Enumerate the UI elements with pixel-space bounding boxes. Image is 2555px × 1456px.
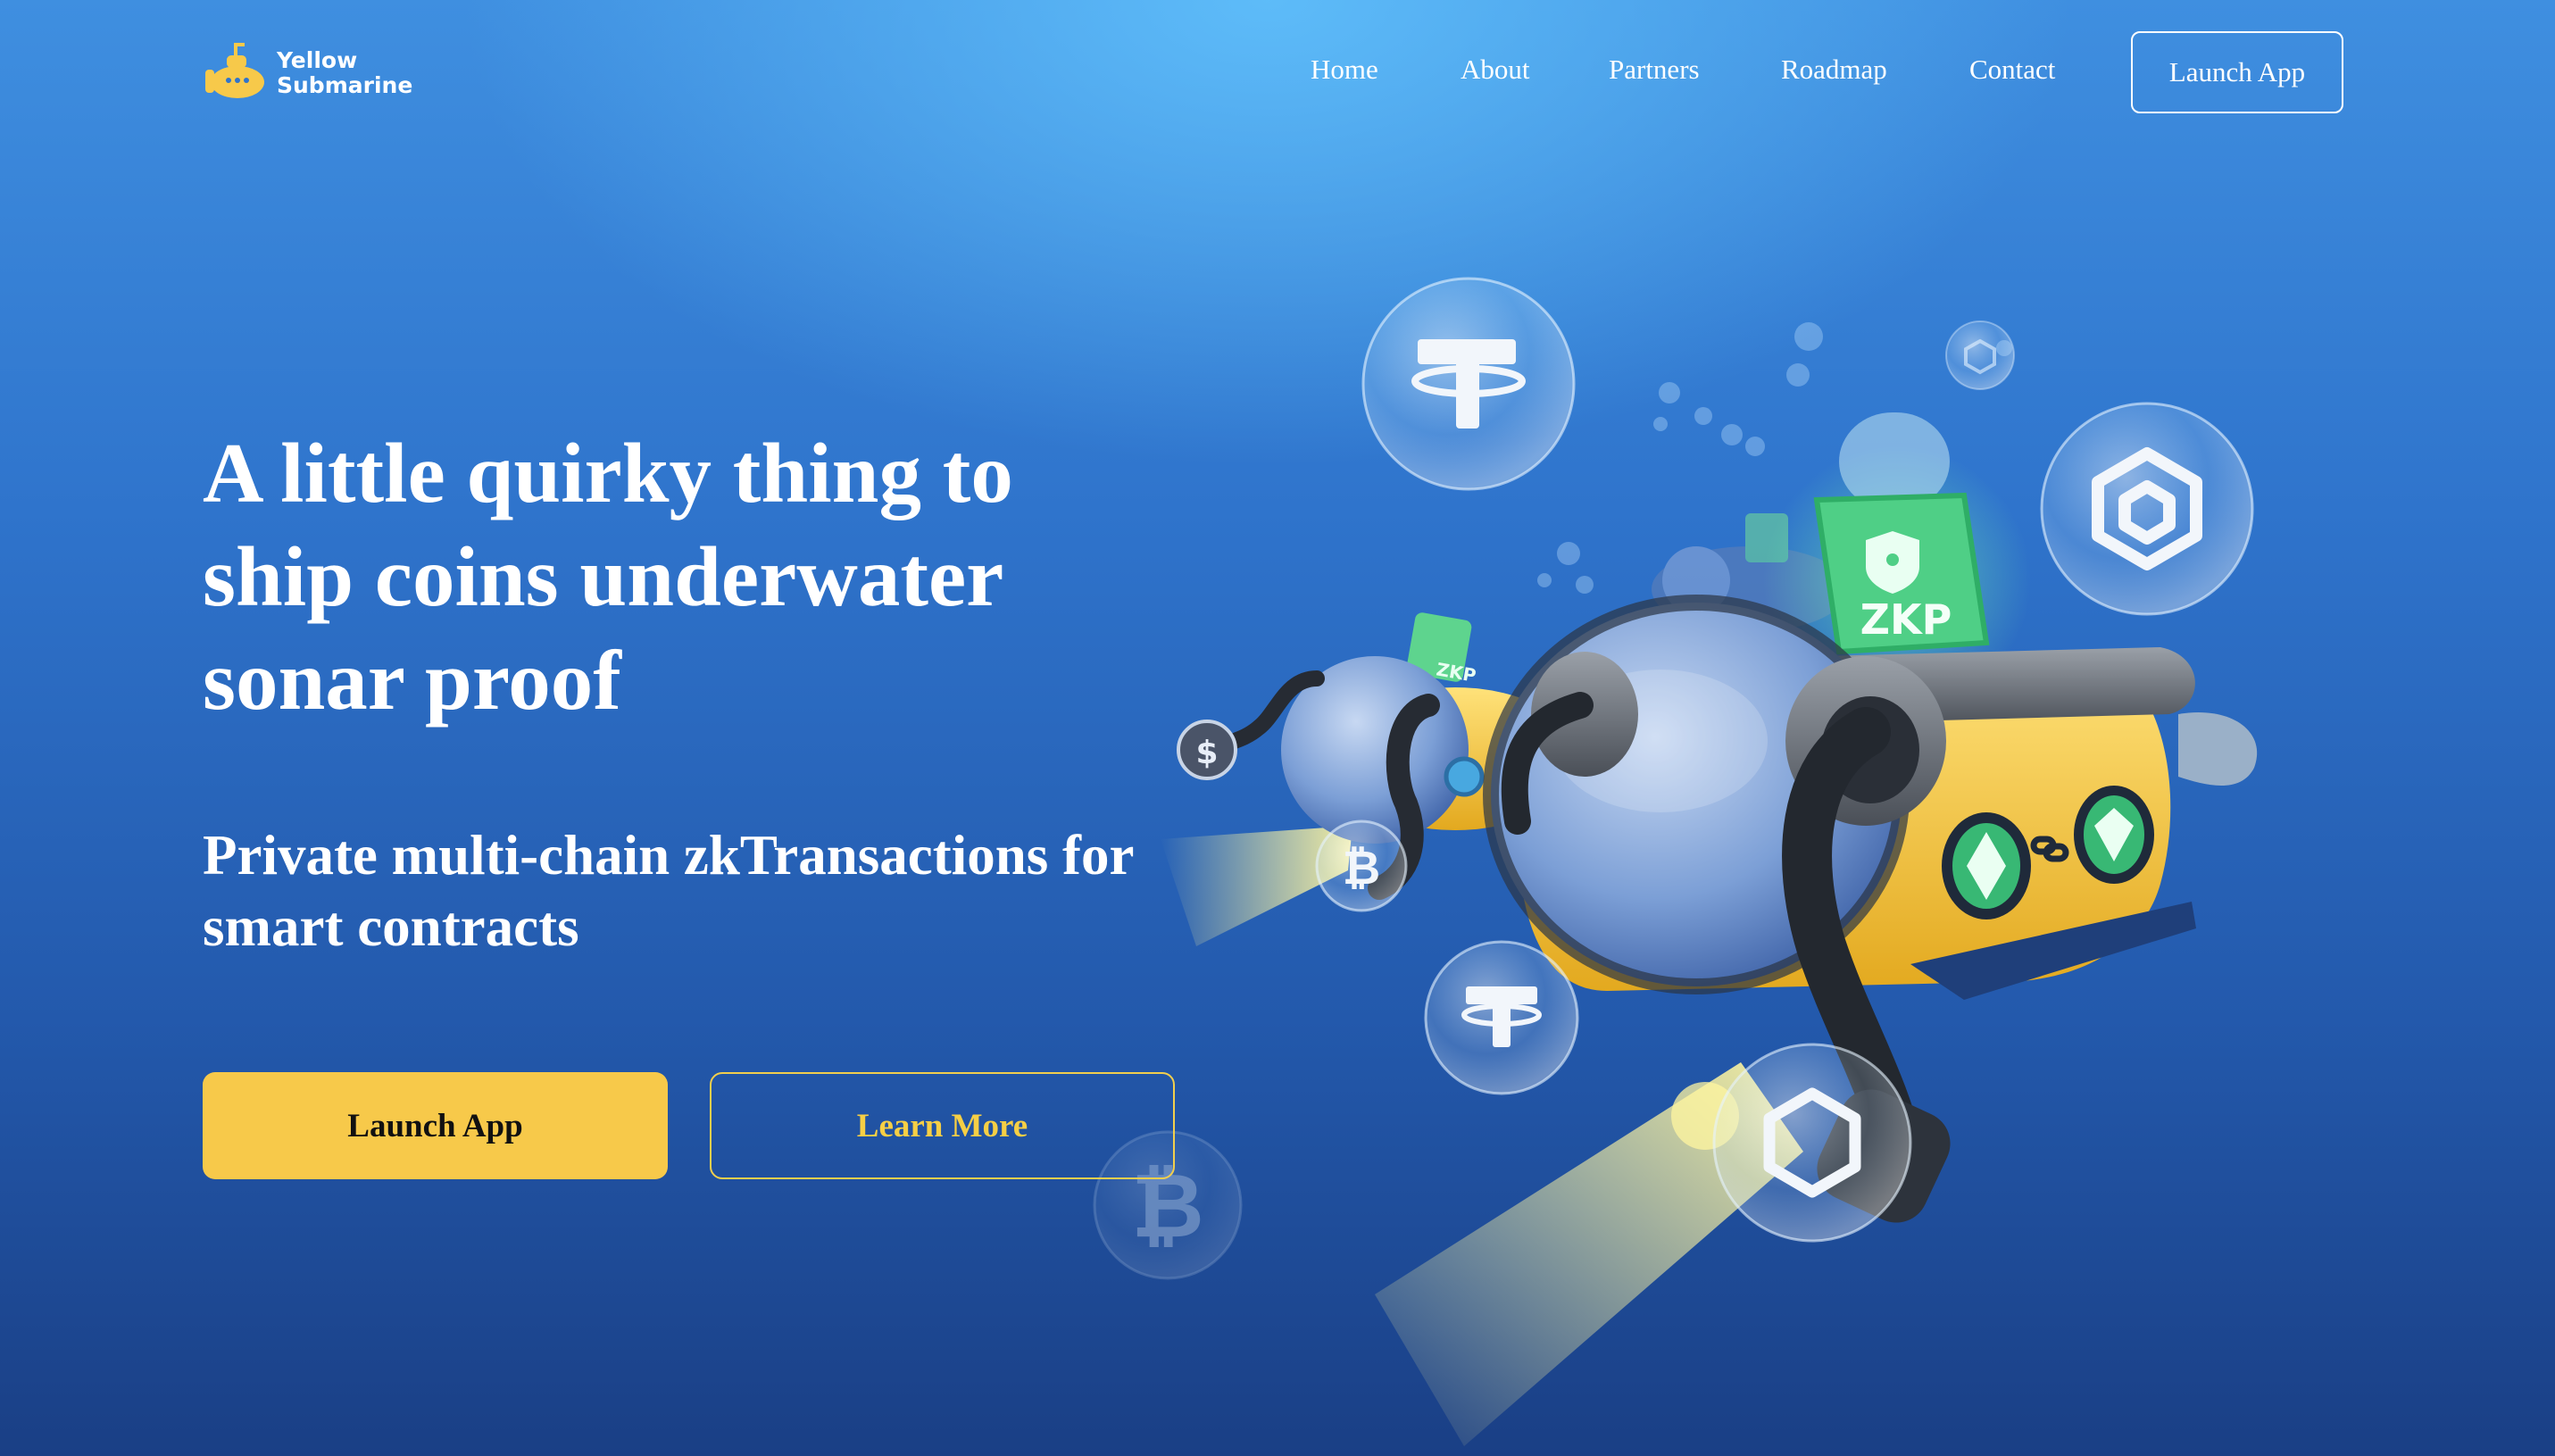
- main-submarine: ZKP: [1483, 412, 2258, 1223]
- submarine-icon: [205, 43, 264, 98]
- zkp-label-small: ZKP: [1435, 658, 1477, 686]
- brand-name-line2: Submarine: [277, 72, 413, 98]
- light-beam-main: [1375, 1062, 1803, 1446]
- hero-subtitle: Private multi-chain zkTransactions for s…: [203, 824, 1134, 958]
- brand-name: Yellow Submarine: [277, 48, 412, 98]
- small-bubbles: [1537, 322, 2012, 594]
- small-submarine: ZKP: [1215, 612, 1580, 900]
- hull-portholes: [1942, 786, 2154, 919]
- bnb-icon: [2092, 447, 2202, 570]
- brand-logo[interactable]: Yellow Submarine: [204, 39, 412, 107]
- bitcoin-bubble-small: ₿: [1315, 820, 1408, 912]
- nav-launch-app-button[interactable]: Launch App: [2131, 31, 2343, 113]
- distant-submarine: [1652, 513, 1848, 632]
- bnb-bubble-bottom: [1712, 1043, 1912, 1243]
- dollar-icon: $: [1195, 735, 1218, 771]
- launch-app-button[interactable]: Launch App: [203, 1072, 668, 1179]
- nav-about[interactable]: About: [1461, 54, 1530, 86]
- tether-bubble-top: [1361, 277, 1576, 491]
- dollar-bubble: $: [1177, 720, 1237, 780]
- brand-name-line1: Yellow: [277, 47, 358, 73]
- nav-home[interactable]: Home: [1311, 54, 1378, 86]
- nav-contact[interactable]: Contact: [1969, 54, 2055, 86]
- chain-link-icon: [2030, 836, 2069, 862]
- bitcoin-icon: ₿: [1343, 842, 1380, 895]
- tether-bubble-bottom: [1424, 940, 1579, 1095]
- ethereum-classic-icon: [2094, 808, 2134, 861]
- learn-more-button[interactable]: Learn More: [710, 1072, 1175, 1179]
- tether-icon: [1411, 339, 1526, 428]
- bnb-bubble-right: [2040, 402, 2254, 616]
- ethereum-icon: [1967, 832, 2006, 900]
- zkp-label: ZKP: [1860, 595, 1952, 644]
- bnb-bubble-tiny: [1945, 320, 2015, 390]
- nav-partners[interactable]: Partners: [1609, 54, 1700, 86]
- hero-title: A little quirky thing to ship coins unde…: [203, 426, 1013, 728]
- nav-roadmap[interactable]: Roadmap: [1781, 54, 1887, 86]
